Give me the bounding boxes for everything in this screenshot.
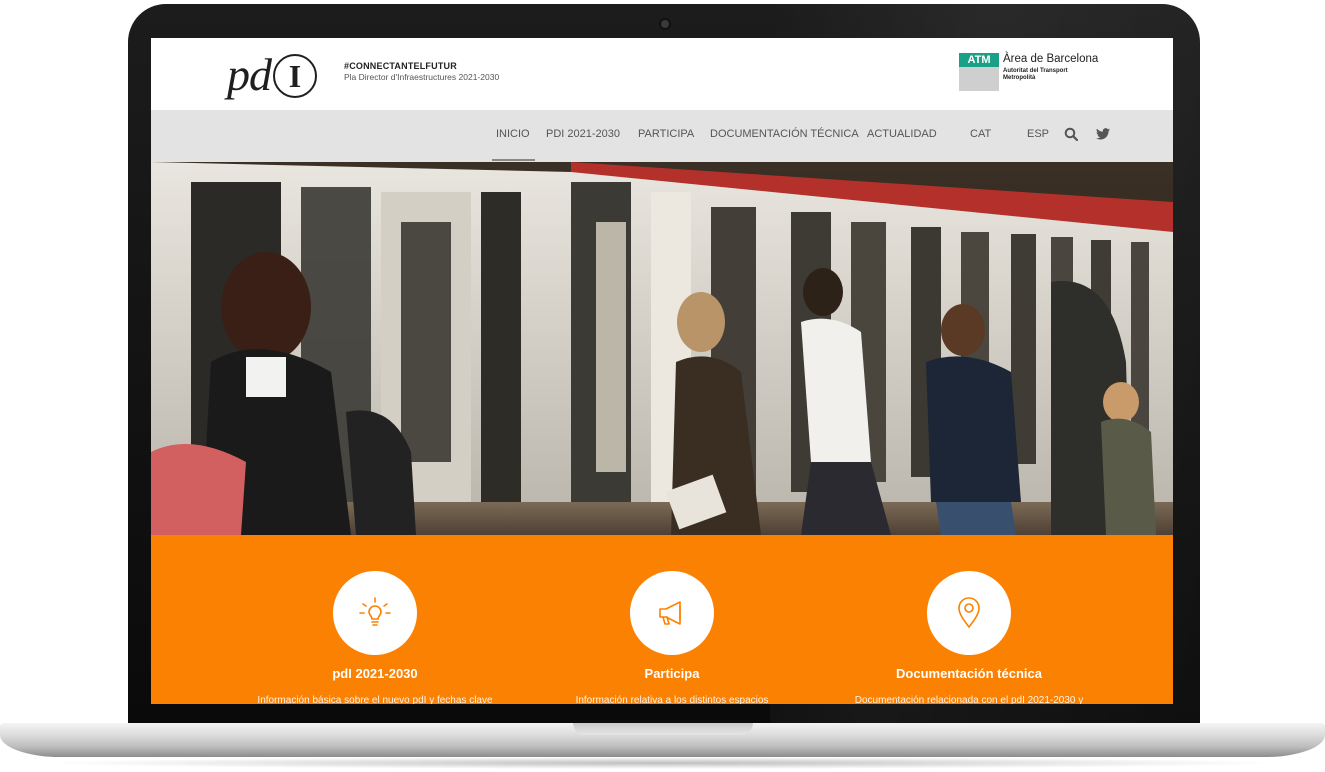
feature-participa-circle <box>630 571 714 655</box>
laptop-notch <box>573 723 753 735</box>
feature-pdi[interactable]: pdI 2021-2030 Información básica sobre e… <box>205 535 545 704</box>
site-logo[interactable]: pd I <box>227 46 317 102</box>
atm-title: Àrea de Barcelona <box>1003 53 1099 65</box>
feature-participa-desc: Información relativa a los distintos esp… <box>575 695 769 704</box>
lang-esp[interactable]: ESP <box>1027 128 1049 140</box>
logo-circle: I <box>273 54 317 98</box>
logo-pd-text: pd <box>227 48 272 100</box>
hero-image <box>151 162 1173 535</box>
nav-item-actualidad[interactable]: ACTUALIDAD <box>867 128 937 140</box>
search-icon[interactable] <box>1064 127 1079 146</box>
megaphone-icon <box>659 601 681 625</box>
atm-subtitle-2: Metropolità <box>1003 75 1036 81</box>
site-header: pd I #CONNECTANTELFUTUR Pla Director d'I… <box>151 38 1173 110</box>
main-nav: INICIO PDI 2021-2030 PARTICIPA DOCUMENTA… <box>151 110 1173 162</box>
atm-badge: ATM <box>959 53 999 67</box>
screen: pd I #CONNECTANTELFUTUR Pla Director d'I… <box>151 38 1173 704</box>
feature-participa-title[interactable]: Participa <box>502 666 842 681</box>
nav-item-pdi[interactable]: PDI 2021-2030 <box>546 128 620 140</box>
nav-item-inicio[interactable]: INICIO <box>496 128 530 140</box>
feature-participa[interactable]: Participa Información relativa a los dis… <box>502 535 842 704</box>
atm-logo[interactable]: ATM Àrea de Barcelona Autoritat del Tran… <box>959 53 1119 93</box>
lightbulb-icon <box>359 597 391 626</box>
hero-photo-illustration <box>151 162 1173 535</box>
site-tagline: #CONNECTANTELFUTUR Pla Director d'Infrae… <box>344 61 499 82</box>
location-pin-icon <box>958 597 980 629</box>
nav-active-indicator <box>492 159 535 161</box>
nav-item-documentacion[interactable]: DOCUMENTACIÓN TÉCNICA <box>710 128 859 140</box>
nav-item-participa[interactable]: PARTICIPA <box>638 128 694 140</box>
tagline-hashtag: #CONNECTANTELFUTUR <box>344 61 457 71</box>
feature-documentacion-title[interactable]: Documentación técnica <box>799 666 1139 681</box>
lang-cat[interactable]: CAT <box>970 128 991 140</box>
tagline-subtitle: Pla Director d'Infraestructures 2021-203… <box>344 72 500 82</box>
laptop-shadow <box>40 757 1285 769</box>
atm-grey-block <box>959 67 999 91</box>
logo-letter: I <box>288 58 302 94</box>
feature-documentacion[interactable]: Documentación técnica Documentación rela… <box>799 535 1139 704</box>
feature-pdi-title[interactable]: pdI 2021-2030 <box>205 666 545 681</box>
feature-documentacion-circle <box>927 571 1011 655</box>
atm-subtitle-1: Autoritat del Transport <box>1003 68 1068 74</box>
features-section: pdI 2021-2030 Información básica sobre e… <box>151 535 1173 704</box>
twitter-icon[interactable] <box>1096 127 1110 145</box>
feature-pdi-desc: Información básica sobre el nuevo pdI y … <box>257 695 493 704</box>
feature-pdi-circle <box>333 571 417 655</box>
feature-documentacion-desc: Documentación relacionada con el pdI 202… <box>854 695 1084 704</box>
camera-icon <box>661 20 669 28</box>
